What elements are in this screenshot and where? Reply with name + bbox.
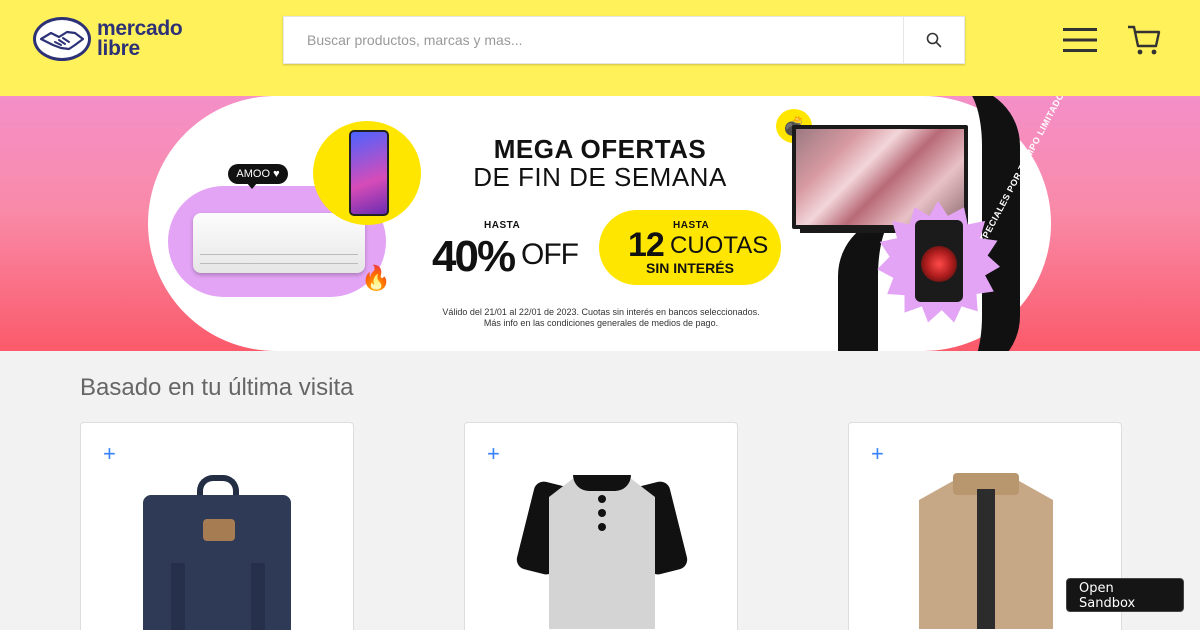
mercadolibre-logo[interactable]: mercado libre (31, 15, 183, 63)
installments-prefix: HASTA (673, 220, 710, 231)
plus-icon[interactable]: + (103, 443, 116, 465)
search-input[interactable] (284, 17, 903, 63)
search-bar (283, 16, 965, 64)
logo-text-line1: mercado (97, 17, 183, 40)
installments-word: CUOTAS (670, 232, 769, 259)
header: mercado libre (0, 0, 1200, 96)
backpack-strap (171, 563, 185, 630)
search-button[interactable] (903, 17, 964, 63)
discount-value: 40% (432, 232, 516, 281)
fine-print-line2: Más info en las condiciones generales de… (483, 318, 719, 328)
section-title: Basado en tu última visita (80, 374, 354, 401)
discount-prefix: HASTA (484, 220, 521, 231)
product-card[interactable]: + (464, 422, 738, 630)
banner-fine-print: Válido del 21/01 al 22/01 de 2023. Cuota… (420, 307, 782, 329)
logo-text: mercado libre (97, 17, 183, 60)
cart-icon[interactable] (1127, 24, 1161, 56)
handshake-logo-icon (33, 17, 91, 61)
backpack-image (143, 495, 291, 630)
flame-icon: 🔥 (361, 265, 391, 292)
amoo-label: AMOO (236, 168, 271, 180)
bubble-tail (246, 182, 258, 189)
backpack-strap (251, 563, 265, 630)
ac-vent (200, 254, 358, 264)
banner-title-line1: MEGA OFERTAS (493, 134, 707, 164)
heart-icon: ♥ (273, 168, 280, 180)
search-icon (926, 32, 942, 48)
amoo-bubble: AMOO ♥ (228, 164, 288, 184)
shirt-collar (573, 475, 631, 491)
fine-print-line1: Válido del 21/01 al 22/01 de 2023. Cuota… (442, 307, 760, 317)
speaker-light (921, 246, 957, 282)
smartphone-image (349, 130, 389, 216)
menu-icon[interactable] (1063, 26, 1097, 54)
plus-icon[interactable]: + (487, 443, 500, 465)
installments-note: SIN INTERÉS (646, 260, 734, 276)
backpack-patch (203, 519, 235, 541)
air-conditioner-image (193, 213, 365, 273)
promo-banner[interactable]: AMOO ♥ 🔥 MEGA OFERTAS DE FIN DE SEMANA H… (0, 96, 1200, 351)
product-card[interactable]: + (80, 422, 354, 630)
banner-title-line2: DE FIN DE SEMANA (473, 162, 727, 192)
plus-icon[interactable]: + (871, 443, 884, 465)
shirt-buttons (598, 495, 606, 531)
open-sandbox-button[interactable]: Open Sandbox (1066, 578, 1184, 612)
jacket-inner (977, 489, 995, 629)
logo-text-line2: libre (97, 37, 140, 60)
discount-suffix: OFF (521, 238, 579, 271)
